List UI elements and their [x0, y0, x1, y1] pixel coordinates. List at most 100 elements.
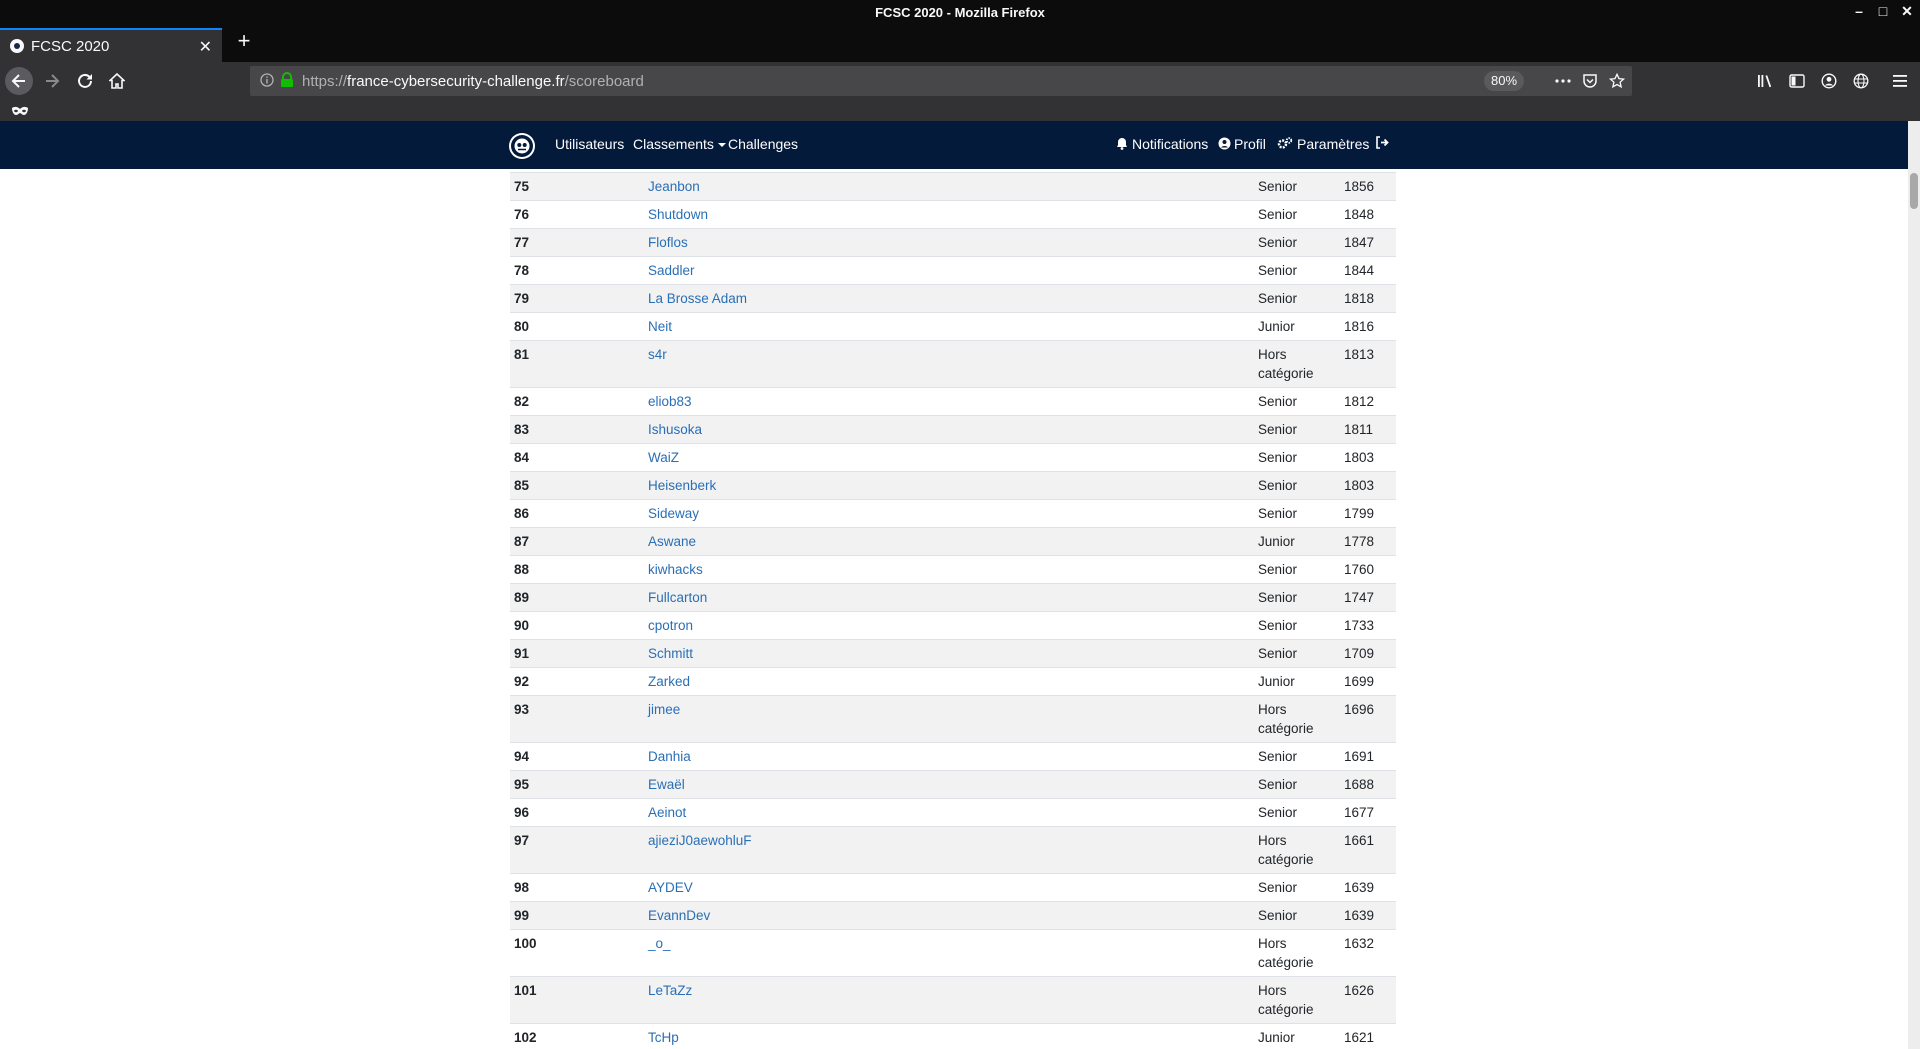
- player-name-link[interactable]: Floflos: [636, 228, 1246, 257]
- page-actions-icon[interactable]: [1554, 72, 1572, 90]
- maximize-icon[interactable]: □: [1876, 3, 1890, 19]
- page-scrollbar[interactable]: [1908, 121, 1920, 1049]
- table-row: 85 Heisenberk Senior 1803: [510, 471, 1396, 500]
- account-icon[interactable]: [1819, 71, 1839, 91]
- category-cell: Senior: [1246, 172, 1332, 201]
- url-text[interactable]: https://france-cybersecurity-challenge.f…: [302, 73, 644, 90]
- player-name-link[interactable]: AYDEV: [636, 873, 1246, 902]
- table-row: 92 Zarked Junior 1699: [510, 667, 1396, 696]
- category-cell: Senior: [1246, 742, 1332, 771]
- player-name-link[interactable]: LeTaZz: [636, 976, 1246, 1024]
- player-name-link[interactable]: TcHp: [636, 1023, 1246, 1049]
- category-cell: Senior: [1246, 555, 1332, 584]
- pocket-icon[interactable]: [1581, 72, 1599, 90]
- gears-icon: [1277, 137, 1293, 149]
- tab-fcsc[interactable]: FCSC 2020 ✕: [0, 28, 222, 62]
- rank-cell: 93: [510, 695, 636, 743]
- sign-out-icon: [1376, 136, 1389, 149]
- player-name-link[interactable]: Heisenberk: [636, 471, 1246, 500]
- back-button[interactable]: [5, 67, 33, 95]
- category-cell: Senior: [1246, 256, 1332, 285]
- player-name-link[interactable]: Aswane: [636, 527, 1246, 556]
- scrollbar-thumb[interactable]: [1910, 173, 1918, 209]
- player-name-link[interactable]: s4r: [636, 340, 1246, 388]
- score-cell: 1803: [1332, 471, 1396, 500]
- bookmark-star-icon[interactable]: [1608, 72, 1626, 90]
- table-row: 83 Ishusoka Senior 1811: [510, 415, 1396, 444]
- category-cell: Hors catégorie: [1246, 826, 1332, 874]
- nav-rankings-dropdown[interactable]: Classements: [633, 136, 726, 152]
- site-navbar: Utilisateurs Classements Challenges Noti…: [0, 121, 1908, 169]
- score-cell: 1856: [1332, 172, 1396, 201]
- player-name-link[interactable]: EvannDev: [636, 901, 1246, 930]
- nav-users-link[interactable]: Utilisateurs: [555, 136, 624, 152]
- rank-cell: 78: [510, 256, 636, 285]
- minimize-icon[interactable]: –: [1852, 3, 1866, 19]
- fcsc-logo-icon[interactable]: [509, 133, 535, 159]
- library-icon[interactable]: [1755, 71, 1775, 91]
- nav-settings-link[interactable]: Paramètres: [1277, 136, 1369, 152]
- table-row: 79 La Brosse Adam Senior 1818: [510, 284, 1396, 313]
- sidebar-icon[interactable]: [1787, 71, 1807, 91]
- extension-globe-icon[interactable]: [1851, 71, 1871, 91]
- site-info-icon[interactable]: [260, 73, 274, 87]
- rank-cell: 92: [510, 667, 636, 696]
- player-name-link[interactable]: Saddler: [636, 256, 1246, 285]
- address-bar[interactable]: https://france-cybersecurity-challenge.f…: [250, 66, 1632, 96]
- forward-button[interactable]: [38, 67, 66, 95]
- bell-icon: [1117, 138, 1127, 150]
- table-row: 82 eliob83 Senior 1812: [510, 387, 1396, 416]
- player-name-link[interactable]: Fullcarton: [636, 583, 1246, 612]
- zoom-level-badge[interactable]: 80%: [1484, 71, 1525, 91]
- hamburger-menu-icon[interactable]: [1890, 71, 1910, 91]
- url-path: /scoreboard: [564, 73, 644, 90]
- score-cell: 1696: [1332, 695, 1396, 743]
- player-name-link[interactable]: ajieziJ0aewohluF: [636, 826, 1246, 874]
- player-name-link[interactable]: WaiZ: [636, 443, 1246, 472]
- player-name-link[interactable]: Shutdown: [636, 200, 1246, 229]
- player-name-link[interactable]: Schmitt: [636, 639, 1246, 668]
- player-name-link[interactable]: _o_: [636, 929, 1246, 977]
- table-row: 95 Ewaël Senior 1688: [510, 770, 1396, 799]
- category-cell: Senior: [1246, 583, 1332, 612]
- table-row: 80 Neit Junior 1816: [510, 312, 1396, 341]
- logout-button[interactable]: [1375, 136, 1389, 152]
- player-name-link[interactable]: jimee: [636, 695, 1246, 743]
- bookmarks-toolbar: [0, 100, 1920, 121]
- score-cell: 1813: [1332, 340, 1396, 388]
- player-name-link[interactable]: Sideway: [636, 499, 1246, 528]
- category-cell: Senior: [1246, 200, 1332, 229]
- player-name-link[interactable]: kiwhacks: [636, 555, 1246, 584]
- new-tab-button[interactable]: +: [232, 29, 256, 53]
- player-name-link[interactable]: cpotron: [636, 611, 1246, 640]
- close-window-icon[interactable]: ✕: [1900, 3, 1914, 19]
- score-cell: 1709: [1332, 639, 1396, 668]
- nav-notifications-link[interactable]: Notifications: [1116, 136, 1208, 152]
- table-row: 78 Saddler Senior 1844: [510, 256, 1396, 285]
- player-name-link[interactable]: eliob83: [636, 387, 1246, 416]
- table-row: 94 Danhia Senior 1691: [510, 742, 1396, 771]
- player-name-link[interactable]: Jeanbon: [636, 172, 1246, 201]
- score-cell: 1811: [1332, 415, 1396, 444]
- player-name-link[interactable]: Danhia: [636, 742, 1246, 771]
- rank-cell: 101: [510, 976, 636, 1024]
- nav-challenges-link[interactable]: Challenges: [728, 136, 798, 152]
- close-tab-icon[interactable]: ✕: [199, 37, 212, 57]
- reload-button[interactable]: [71, 67, 99, 95]
- scoreboard-body: 75 Jeanbon Senior 1856 76 Shutdown Senior 1848 7…: [510, 172, 1396, 1049]
- player-name-link[interactable]: Ishusoka: [636, 415, 1246, 444]
- player-name-link[interactable]: La Brosse Adam: [636, 284, 1246, 313]
- score-cell: 1632: [1332, 929, 1396, 977]
- player-name-link[interactable]: Neit: [636, 312, 1246, 341]
- secure-lock-icon[interactable]: [280, 72, 294, 88]
- player-name-link[interactable]: Aeinot: [636, 798, 1246, 827]
- player-name-link[interactable]: Ewaël: [636, 770, 1246, 799]
- player-name-link[interactable]: Zarked: [636, 667, 1246, 696]
- caret-down-icon: [717, 143, 726, 148]
- site-favicon-icon: [10, 39, 24, 53]
- home-button[interactable]: [103, 67, 131, 95]
- nav-notifications-label: Notifications: [1132, 136, 1209, 152]
- table-row: 99 EvannDev Senior 1639: [510, 901, 1396, 930]
- rank-cell: 82: [510, 387, 636, 416]
- nav-profile-link[interactable]: Profil: [1218, 136, 1266, 152]
